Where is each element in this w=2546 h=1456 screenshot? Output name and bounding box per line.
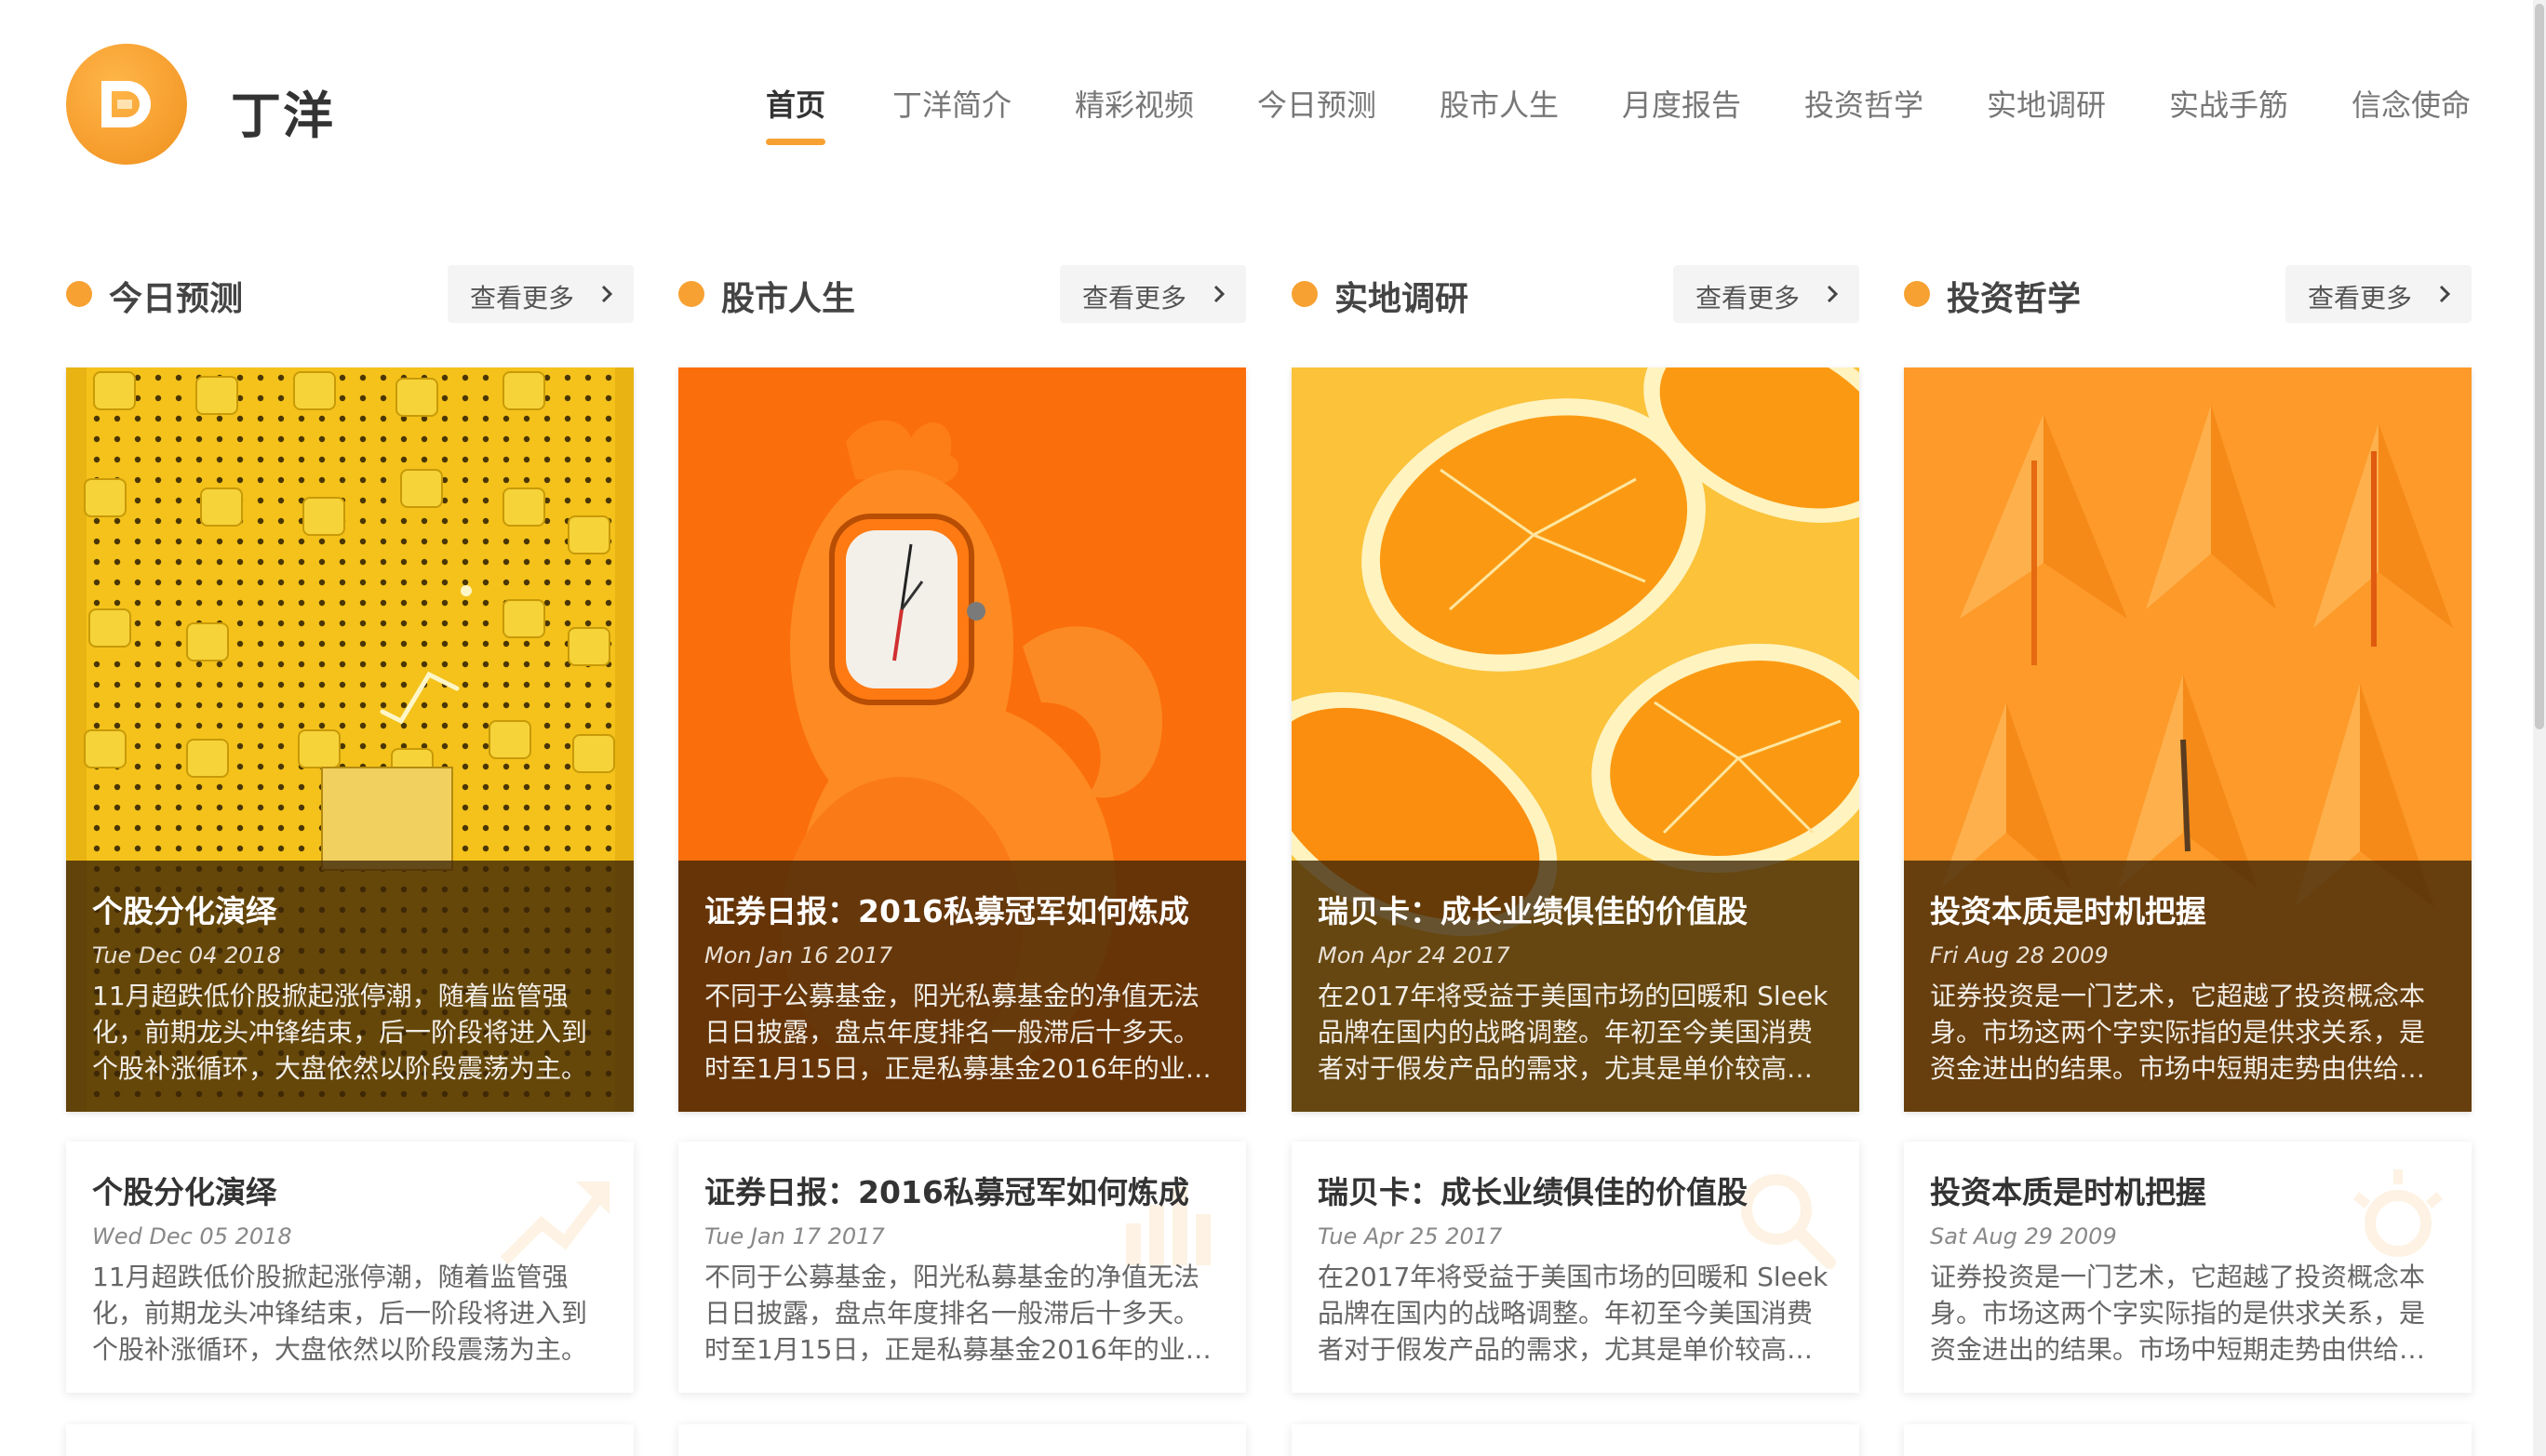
nav-item-forecast[interactable]: 今日预测 — [1257, 82, 1376, 125]
view-more-button[interactable]: 查看更多 — [1060, 265, 1246, 323]
article-title[interactable]: 证券日报：2016私募冠军如何炼成 — [704, 1168, 1220, 1212]
view-more-button[interactable]: 查看更多 — [448, 265, 634, 323]
nav-item-home[interactable]: 首页 — [766, 82, 826, 145]
article-summary: 不同于公募基金，阳光私募基金的净值无法日日披露，盘点年度排名一般滞后十多天。时至… — [704, 1262, 1212, 1365]
nav-item-monthly-report[interactable]: 月度报告 — [1622, 82, 1741, 125]
article-summary: 证券投资是一门艺术，它超越了投资概念本身。市场这两个字实际指的是供求关系，是资金… — [1930, 981, 2426, 1084]
nav-item-videos[interactable]: 精彩视频 — [1075, 82, 1194, 125]
nav-item-label: 首页 — [766, 87, 826, 123]
nav-item-profile[interactable]: 丁洋简介 — [892, 82, 1012, 125]
view-more-label: 查看更多 — [2308, 283, 2413, 314]
view-more-label: 查看更多 — [1695, 283, 1801, 314]
section-philosophy: 投资哲学 查看更多 投资本质是时机把握 Fri Aug 28 2009 证券投资… — [1904, 265, 2472, 1456]
article-summary: 不同于公募基金，阳光私募基金的净值无法日日披露，盘点年度排名一般滞后十多天。时至… — [704, 981, 1212, 1084]
view-more-label: 查看更多 — [470, 283, 575, 314]
view-more-button[interactable]: 查看更多 — [2285, 265, 2472, 323]
section-title: 股市人生 — [721, 280, 856, 318]
section-forecast: 今日预测 查看更多 个股分化演绎 Tue Dec 04 2018 11月超跌低价… — [66, 265, 634, 1456]
article-card[interactable]: 证券日报：2016私募冠军如何炼成 Tue Jan 17 2017 不同于公募基… — [678, 1142, 1246, 1393]
article-title[interactable]: 个股分化演绎 — [92, 1168, 608, 1212]
featured-article[interactable]: 证券日报：2016私募冠军如何炼成 Mon Jan 16 2017 不同于公募基… — [678, 367, 1246, 1112]
article-date: Mon Jan 16 2017 — [704, 942, 893, 968]
article-summary: 11月超跌低价股掀起涨停潮，随着监管强化，前期龙头冲锋结束，后一阶段将进入到个股… — [92, 1262, 588, 1365]
article-date: Fri Aug 28 2009 — [1930, 942, 2109, 968]
nav-active-indicator — [766, 139, 826, 145]
article-card[interactable] — [1904, 1424, 2472, 1456]
section-dot-icon — [66, 281, 92, 307]
nav-item-tactics[interactable]: 实战手筋 — [2169, 82, 2288, 125]
featured-article[interactable]: 瑞贝卡：成长业绩俱佳的价值股 Mon Apr 24 2017 在2017年将受益… — [1292, 367, 1859, 1112]
article-card[interactable]: 瑞贝卡：成长业绩俱佳的价值股 Tue Apr 25 2017 在2017年将受益… — [1292, 1142, 1859, 1393]
article-date: Tue Apr 25 2017 — [1318, 1223, 1503, 1249]
chevron-right-icon — [1827, 285, 1839, 303]
scrollbar-thumb[interactable] — [2535, 4, 2544, 729]
nav-item-field-research[interactable]: 实地调研 — [1987, 82, 2106, 125]
article-card[interactable] — [66, 1424, 634, 1456]
article-card[interactable] — [1292, 1424, 1859, 1456]
nav-item-mission[interactable]: 信念使命 — [2352, 82, 2471, 125]
article-overlay: 证券日报：2016私募冠军如何炼成 Mon Jan 16 2017 不同于公募基… — [678, 861, 1246, 1112]
article-date: Sat Aug 29 2009 — [1930, 1223, 2117, 1249]
section-header: 今日预测 查看更多 — [66, 265, 634, 323]
section-field-research: 实地调研 查看更多 瑞贝卡：成长业绩俱佳的价值股 Mon Apr 24 2017… — [1292, 265, 1859, 1456]
section-header: 投资哲学 查看更多 — [1904, 265, 2472, 323]
site-header: 丁洋 首页 丁洋简介 精彩视频 今日预测 股市人生 月度报告 投资哲学 实地调研… — [0, 0, 2546, 214]
section-market-life: 股市人生 查看更多 证券日报：2016私募冠军如何炼成 Mon Jan 16 2… — [678, 265, 1246, 1456]
section-dot-icon — [678, 281, 704, 307]
article-card[interactable]: 个股分化演绎 Wed Dec 05 2018 11月超跌低价股掀起涨停潮，随着监… — [66, 1142, 634, 1393]
article-title[interactable]: 个股分化演绎 — [92, 887, 608, 931]
main-nav: 首页 丁洋简介 精彩视频 今日预测 股市人生 月度报告 投资哲学 实地调研 实战… — [0, 0, 2546, 214]
section-title: 实地调研 — [1334, 280, 1469, 318]
view-more-label: 查看更多 — [1082, 283, 1187, 314]
article-summary: 在2017年将受益于美国市场的回暖和 Sleek 品牌在国内的战略调整。年初至今… — [1318, 1262, 1829, 1365]
section-dot-icon — [1904, 281, 1930, 307]
section-header: 股市人生 查看更多 — [678, 265, 1246, 323]
featured-article[interactable]: 投资本质是时机把握 Fri Aug 28 2009 证券投资是一门艺术，它超越了… — [1904, 367, 2472, 1112]
article-date: Mon Apr 24 2017 — [1318, 942, 1510, 968]
article-title[interactable]: 投资本质是时机把握 — [1930, 887, 2446, 931]
article-date: Wed Dec 05 2018 — [92, 1223, 292, 1249]
article-summary: 证券投资是一门艺术，它超越了投资概念本身。市场这两个字实际指的是供求关系，是资金… — [1930, 1262, 2426, 1365]
article-card[interactable]: 投资本质是时机把握 Sat Aug 29 2009 证券投资是一门艺术，它超越了… — [1904, 1142, 2472, 1393]
article-summary: 在2017年将受益于美国市场的回暖和 Sleek 品牌在国内的战略调整。年初至今… — [1318, 981, 1829, 1084]
article-summary: 11月超跌低价股掀起涨停潮，随着监管强化，前期龙头冲锋结束，后一阶段将进入到个股… — [92, 981, 588, 1084]
chevron-right-icon — [1213, 285, 1226, 303]
article-date: Tue Dec 04 2018 — [92, 942, 282, 968]
article-title[interactable]: 瑞贝卡：成长业绩俱佳的价值股 — [1318, 1168, 1833, 1212]
chevron-right-icon — [601, 285, 613, 303]
nav-item-philosophy[interactable]: 投资哲学 — [1804, 82, 1923, 125]
featured-article[interactable]: 个股分化演绎 Tue Dec 04 2018 11月超跌低价股掀起涨停潮，随着监… — [66, 367, 634, 1112]
section-title: 今日预测 — [109, 280, 244, 318]
article-title[interactable]: 投资本质是时机把握 — [1930, 1168, 2446, 1212]
article-card[interactable] — [678, 1424, 1246, 1456]
article-overlay: 瑞贝卡：成长业绩俱佳的价值股 Mon Apr 24 2017 在2017年将受益… — [1292, 861, 1859, 1112]
view-more-button[interactable]: 查看更多 — [1673, 265, 1859, 323]
chevron-right-icon — [2439, 285, 2451, 303]
page-scrollbar[interactable] — [2533, 0, 2546, 1456]
nav-item-market-life[interactable]: 股市人生 — [1440, 82, 1559, 125]
article-overlay: 个股分化演绎 Tue Dec 04 2018 11月超跌低价股掀起涨停潮，随着监… — [66, 861, 634, 1112]
section-header: 实地调研 查看更多 — [1292, 265, 1859, 323]
section-title: 投资哲学 — [1947, 280, 2082, 318]
article-date: Tue Jan 17 2017 — [704, 1223, 885, 1249]
section-dot-icon — [1292, 281, 1318, 307]
article-title[interactable]: 证券日报：2016私募冠军如何炼成 — [704, 887, 1220, 931]
article-overlay: 投资本质是时机把握 Fri Aug 28 2009 证券投资是一门艺术，它超越了… — [1904, 861, 2472, 1112]
article-title[interactable]: 瑞贝卡：成长业绩俱佳的价值股 — [1318, 887, 1833, 931]
